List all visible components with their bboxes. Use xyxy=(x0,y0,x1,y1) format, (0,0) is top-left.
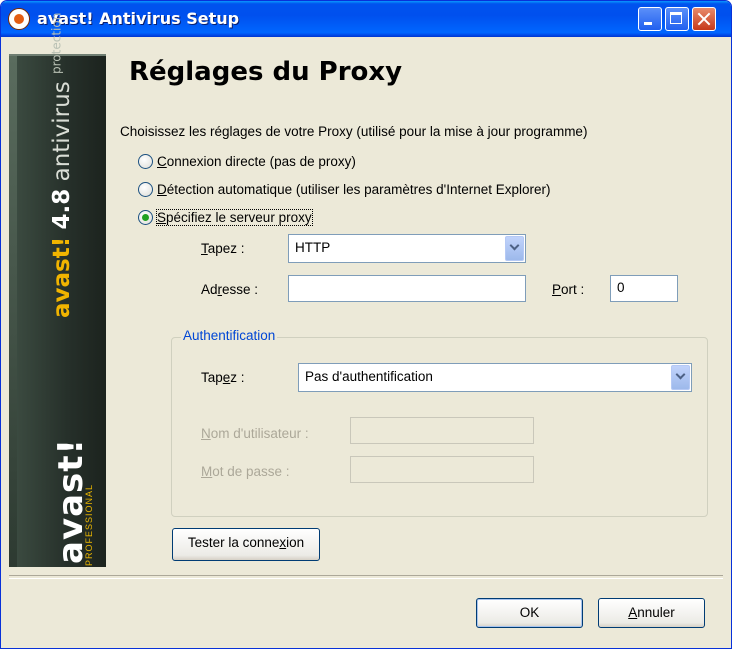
label-text: Ad xyxy=(201,282,218,297)
radio-button-checked[interactable] xyxy=(138,209,153,225)
radio-button[interactable] xyxy=(138,181,153,197)
button-label: Annuler xyxy=(599,605,704,620)
proxy-type-label: Tapez : xyxy=(201,241,245,256)
minimize-button[interactable] xyxy=(638,7,662,31)
brand-product: antivirus xyxy=(49,81,75,182)
proxy-address-input[interactable] xyxy=(288,275,526,302)
password-input[interactable] xyxy=(350,456,534,483)
radio-specify-proxy[interactable]: Spécifiez le serveur proxy xyxy=(138,207,313,227)
label-text: nnuler xyxy=(637,605,675,620)
proxy-port-label: Port : xyxy=(552,282,584,297)
proxy-type-value: HTTP xyxy=(295,240,331,255)
button-label: OK xyxy=(519,605,540,620)
password-label: Mot de passe : xyxy=(201,464,290,479)
label-text: apez : xyxy=(207,241,245,256)
accesskey: S xyxy=(157,209,167,225)
username-input[interactable] xyxy=(350,417,534,444)
proxy-port-value: 0 xyxy=(617,280,625,295)
brand-name: avast! xyxy=(49,236,75,318)
brand-tagline: protection xyxy=(49,12,64,74)
brand-sidebar: avast! 4.8 antivirus protection avast! P… xyxy=(9,13,106,567)
sidebar-strip xyxy=(9,56,17,567)
label-text: Tester la conne xyxy=(187,535,280,550)
ok-button[interactable]: OK xyxy=(476,598,583,628)
label-text: z : xyxy=(230,370,245,385)
auth-type-dropdown[interactable]: Pas d'authentification xyxy=(298,363,692,392)
accesskey: A xyxy=(628,605,638,620)
maximize-button[interactable] xyxy=(665,7,689,31)
chevron-down-icon[interactable] xyxy=(671,365,690,390)
radio-label: Spécifiez le serveur proxy xyxy=(156,208,313,226)
accesskey: M xyxy=(201,464,213,479)
label-text: ot de passe : xyxy=(212,464,290,479)
cancel-button[interactable]: Annuler xyxy=(598,598,705,628)
radio-button[interactable] xyxy=(138,153,153,169)
label-text: étection automatique (utiliser les param… xyxy=(166,181,551,197)
proxy-address-label: Adresse : xyxy=(201,282,258,297)
close-button[interactable] xyxy=(692,7,716,31)
brand-edition: PROFESSIONAL xyxy=(84,483,94,566)
label-text: esse : xyxy=(222,282,259,297)
title-bar[interactable]: avast! Antivirus Setup xyxy=(1,1,731,37)
radio-label: Détection automatique (utiliser les para… xyxy=(157,182,551,197)
proxy-port-input[interactable]: 0 xyxy=(610,275,678,302)
radio-label: Connexion directe (pas de proxy) xyxy=(157,154,356,169)
setup-window: avast! Antivirus Setup avast! 4.8 antivi… xyxy=(0,0,732,649)
accesskey: N xyxy=(201,426,211,441)
page-title: Réglages du Proxy xyxy=(129,57,403,87)
label-text: onnexion directe (pas de proxy) xyxy=(166,153,356,169)
chevron-down-icon[interactable] xyxy=(505,236,524,261)
username-label: Nom d'utilisateur : xyxy=(201,426,309,441)
label-text: Tap xyxy=(201,370,223,385)
brand-version: 4.8 xyxy=(49,188,75,230)
authentication-group-title: Authentification xyxy=(181,328,278,343)
proxy-type-dropdown[interactable]: HTTP xyxy=(288,234,526,263)
label-text: om d'utilisateur : xyxy=(210,426,309,441)
radio-direct-connection[interactable]: Connexion directe (pas de proxy) xyxy=(138,151,356,171)
auth-type-value: Pas d'authentification xyxy=(305,369,433,384)
page-description: Choisissez les réglages de votre Proxy (… xyxy=(120,124,588,139)
label-text: ion xyxy=(286,535,305,550)
avast-app-icon xyxy=(8,8,30,30)
accesskey: D xyxy=(157,181,167,197)
accesskey: C xyxy=(157,153,167,169)
test-connection-button[interactable]: Tester la connexion xyxy=(172,528,320,561)
brand-product-text: avast! 4.8 antivirus protection xyxy=(49,13,75,318)
label-text: ort : xyxy=(561,282,585,297)
accesskey: P xyxy=(552,282,562,297)
button-label: Tester la connexion xyxy=(173,535,319,550)
label-text: pécifiez le serveur proxy xyxy=(166,209,312,225)
radio-auto-detect[interactable]: Détection automatique (utiliser les para… xyxy=(138,179,551,199)
auth-type-label: Tapez : xyxy=(201,370,245,385)
accesskey: T xyxy=(201,241,208,256)
footer-separator xyxy=(9,575,723,579)
